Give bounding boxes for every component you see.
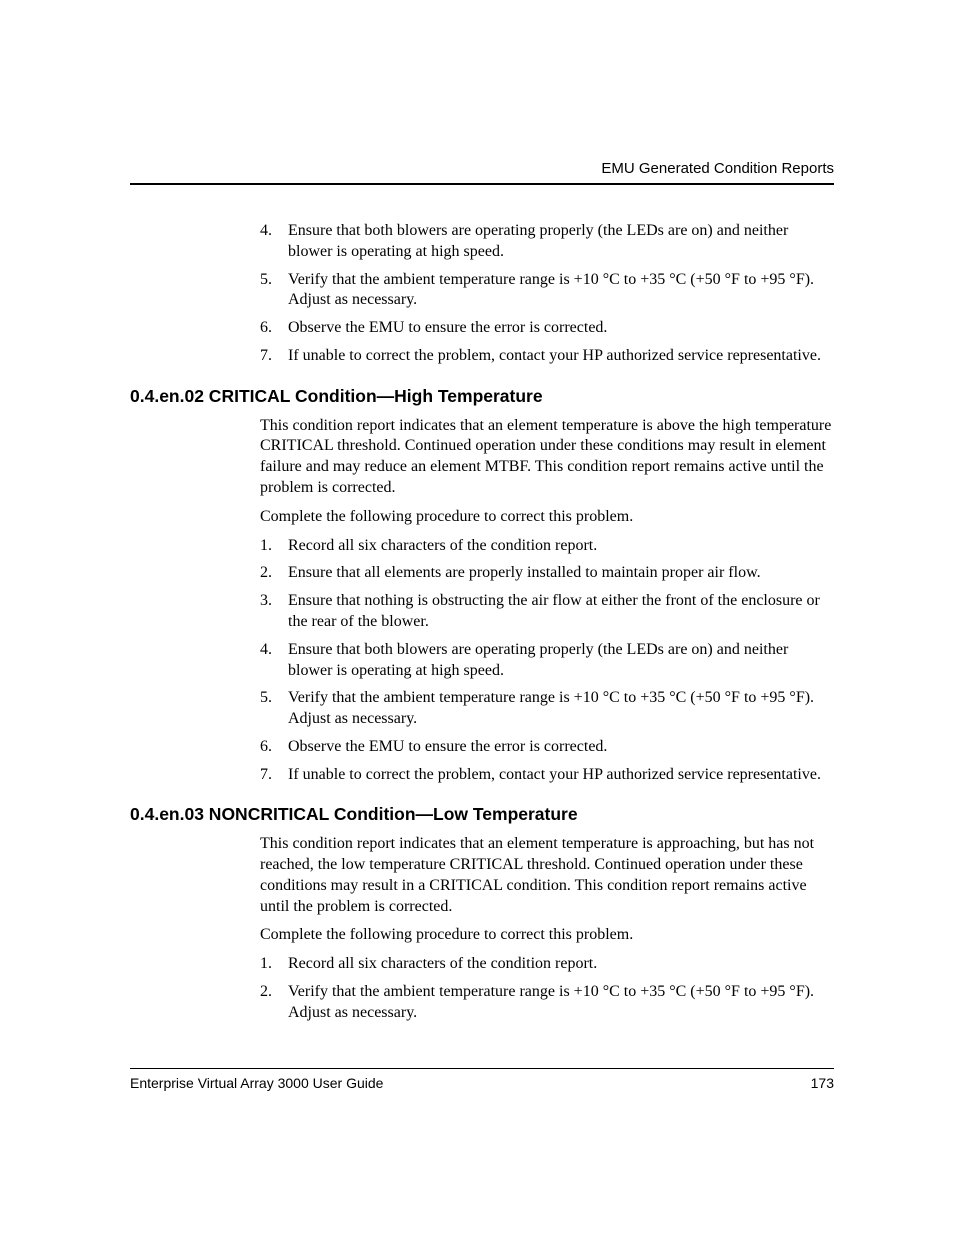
paragraph: This condition report indicates that an … [260, 416, 834, 499]
list-text: Verify that the ambient temperature rang… [288, 982, 834, 1024]
list-item: 7.If unable to correct the problem, cont… [260, 346, 834, 367]
page: EMU Generated Condition Reports 4.Ensure… [0, 0, 954, 1235]
list-number: 2. [260, 982, 288, 1024]
list-number: 3. [260, 591, 288, 633]
list-number: 1. [260, 536, 288, 557]
list-number: 6. [260, 737, 288, 758]
page-footer: Enterprise Virtual Array 3000 User Guide… [130, 1075, 834, 1091]
list-item: 5.Verify that the ambient temperature ra… [260, 688, 834, 730]
footer-page-number: 173 [811, 1075, 834, 1091]
list-item: 6.Observe the EMU to ensure the error is… [260, 737, 834, 758]
section2-ordered-list: 1.Record all six characters of the condi… [260, 954, 834, 1023]
list-item: 2.Ensure that all elements are properly … [260, 563, 834, 584]
top-ordered-list: 4.Ensure that both blowers are operating… [260, 221, 834, 367]
list-text: Record all six characters of the conditi… [288, 536, 834, 557]
list-item: 6.Observe the EMU to ensure the error is… [260, 318, 834, 339]
list-item: 1.Record all six characters of the condi… [260, 536, 834, 557]
section-heading-critical-high-temp: 0.4.en.02 CRITICAL Condition—High Temper… [130, 385, 834, 408]
list-text: Ensure that both blowers are operating p… [288, 221, 834, 263]
list-text: Record all six characters of the conditi… [288, 954, 834, 975]
list-text: Verify that the ambient temperature rang… [288, 688, 834, 730]
list-text: Ensure that nothing is obstructing the a… [288, 591, 834, 633]
list-text: Ensure that both blowers are operating p… [288, 640, 834, 682]
list-number: 5. [260, 688, 288, 730]
list-number: 4. [260, 640, 288, 682]
list-item: 2.Verify that the ambient temperature ra… [260, 982, 834, 1024]
list-text: Verify that the ambient temperature rang… [288, 270, 834, 312]
section-heading-noncritical-low-temp: 0.4.en.03 NONCRITICAL Condition—Low Temp… [130, 803, 834, 826]
list-text: If unable to correct the problem, contac… [288, 346, 834, 367]
running-header: EMU Generated Condition Reports [130, 160, 834, 185]
page-content: 4.Ensure that both blowers are operating… [130, 221, 834, 1024]
paragraph: This condition report indicates that an … [260, 834, 834, 917]
list-text: If unable to correct the problem, contac… [288, 765, 834, 786]
header-title: EMU Generated Condition Reports [601, 160, 834, 177]
list-item: 4.Ensure that both blowers are operating… [260, 640, 834, 682]
list-item: 5.Verify that the ambient temperature ra… [260, 270, 834, 312]
list-text: Observe the EMU to ensure the error is c… [288, 737, 834, 758]
footer-doc-title: Enterprise Virtual Array 3000 User Guide [130, 1075, 383, 1091]
list-number: 1. [260, 954, 288, 975]
list-number: 6. [260, 318, 288, 339]
list-item: 1.Record all six characters of the condi… [260, 954, 834, 975]
list-item: 4.Ensure that both blowers are operating… [260, 221, 834, 263]
list-text: Ensure that all elements are properly in… [288, 563, 834, 584]
section1-ordered-list: 1.Record all six characters of the condi… [260, 536, 834, 786]
list-number: 7. [260, 346, 288, 367]
list-number: 7. [260, 765, 288, 786]
footer-rule [130, 1068, 834, 1069]
list-text: Observe the EMU to ensure the error is c… [288, 318, 834, 339]
paragraph: Complete the following procedure to corr… [260, 507, 834, 528]
list-item: 3.Ensure that nothing is obstructing the… [260, 591, 834, 633]
paragraph: Complete the following procedure to corr… [260, 925, 834, 946]
list-number: 5. [260, 270, 288, 312]
list-number: 2. [260, 563, 288, 584]
list-number: 4. [260, 221, 288, 263]
list-item: 7.If unable to correct the problem, cont… [260, 765, 834, 786]
